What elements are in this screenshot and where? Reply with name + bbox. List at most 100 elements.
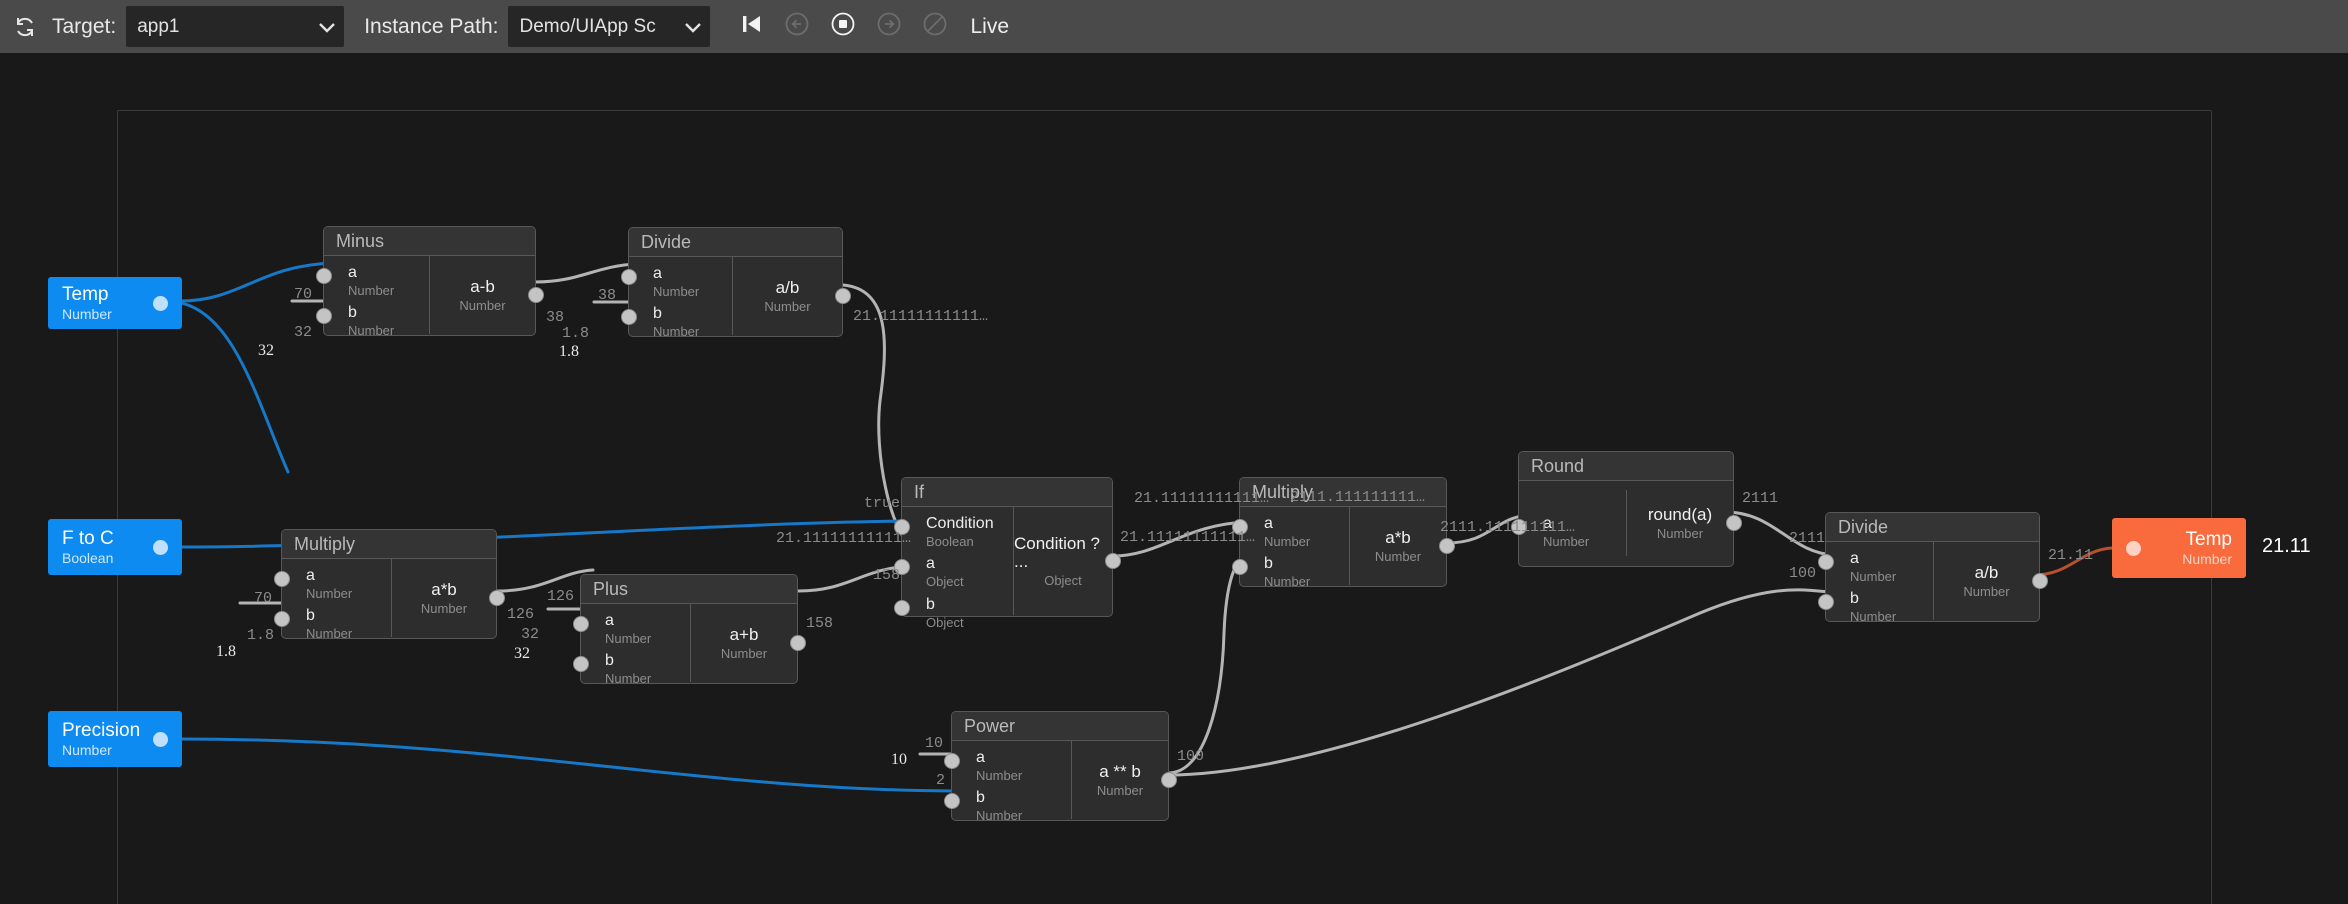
port-dot[interactable] bbox=[1232, 559, 1248, 575]
input-port-a[interactable]: a Number bbox=[629, 266, 732, 298]
edge-label-divide1-a: 38 bbox=[598, 287, 616, 304]
input-port-a[interactable]: a Object bbox=[902, 556, 1013, 588]
port-dot[interactable] bbox=[790, 635, 806, 651]
port-dot[interactable] bbox=[528, 287, 544, 303]
port-dot[interactable] bbox=[894, 600, 910, 616]
port-dot[interactable] bbox=[944, 793, 960, 809]
input-port-b[interactable]: b Object bbox=[902, 597, 1013, 629]
input-port-condition[interactable]: Condition Boolean bbox=[902, 516, 1013, 548]
output-port[interactable]: a-b Number bbox=[430, 256, 535, 334]
node-multiply-1[interactable]: Multiply a Number b Number bbox=[281, 529, 497, 639]
output-port[interactable]: a+b Number bbox=[691, 604, 797, 682]
output-type: Number bbox=[1375, 550, 1421, 564]
input-port-b[interactable]: b Number bbox=[1240, 556, 1349, 588]
port-label: a bbox=[1850, 551, 1896, 568]
input-node-temp[interactable]: Temp Number bbox=[48, 277, 182, 329]
output-type: Number bbox=[421, 602, 467, 616]
target-select-value: app1 bbox=[137, 16, 287, 38]
node-minus[interactable]: Minus a Number b Number bbox=[323, 226, 536, 336]
node-power[interactable]: Power a Number b Number bbox=[951, 711, 1169, 821]
input-port-b[interactable]: b Number bbox=[282, 608, 391, 640]
port-dot[interactable] bbox=[2032, 573, 2048, 589]
stop-button[interactable] bbox=[822, 6, 864, 48]
port-label: a bbox=[348, 265, 394, 282]
input-port-b[interactable]: b Number bbox=[629, 306, 732, 338]
port-dot[interactable] bbox=[1161, 772, 1177, 788]
output-label: a/b bbox=[776, 279, 800, 297]
input-node-precision[interactable]: Precision Number bbox=[48, 711, 182, 767]
graph-canvas[interactable]: Temp Number F to C Boolean Precision Num… bbox=[0, 53, 2348, 904]
port-type: Number bbox=[1264, 575, 1310, 589]
edge-multiply1-to-plus-a bbox=[497, 570, 593, 591]
port-dot[interactable] bbox=[621, 269, 637, 285]
edge-label-if-b: 158 bbox=[873, 567, 900, 584]
edge-power-to-multiply2-b bbox=[1168, 555, 1248, 773]
port-dot[interactable] bbox=[1726, 515, 1742, 531]
step-back-button[interactable] bbox=[776, 6, 818, 48]
node-divide-2[interactable]: Divide a Number b Number bbox=[1825, 512, 2040, 622]
output-port[interactable]: a ** b Number bbox=[1072, 741, 1168, 819]
output-port[interactable]: round(a) Number bbox=[1627, 481, 1733, 565]
port-dot[interactable] bbox=[489, 590, 505, 606]
port-dot[interactable] bbox=[274, 571, 290, 587]
port-dot[interactable] bbox=[1105, 553, 1121, 569]
output-port[interactable]: a*b Number bbox=[392, 559, 496, 637]
port-type: Number bbox=[653, 285, 699, 299]
node-plus[interactable]: Plus a Number b Number bbox=[580, 574, 798, 684]
instance-path-select[interactable]: Demo/UIApp Screenflow, bbox=[508, 6, 710, 47]
port-dot[interactable] bbox=[1439, 538, 1455, 554]
output-port-dot[interactable] bbox=[153, 732, 168, 747]
output-port[interactable]: Condition ? ... Object bbox=[1014, 507, 1112, 615]
input-port-a[interactable]: a Number bbox=[581, 613, 690, 645]
port-dot[interactable] bbox=[944, 753, 960, 769]
input-node-f-to-c[interactable]: F to C Boolean bbox=[48, 519, 182, 575]
input-port-a[interactable]: a Number bbox=[952, 750, 1071, 782]
input-port-b[interactable]: b Number bbox=[581, 653, 690, 685]
input-port-a[interactable]: a Number bbox=[1826, 551, 1933, 583]
node-if[interactable]: If Condition Boolean a Object bbox=[901, 477, 1113, 617]
edge-precision-to-power-b bbox=[181, 739, 962, 791]
output-port-dot[interactable] bbox=[153, 296, 168, 311]
output-port[interactable]: a/b Number bbox=[733, 257, 842, 335]
port-dot[interactable] bbox=[621, 309, 637, 325]
output-node-temp[interactable]: Temp Number bbox=[2112, 518, 2246, 578]
port-type: Boolean bbox=[926, 535, 994, 549]
target-select[interactable]: app1 bbox=[126, 6, 344, 47]
port-dot[interactable] bbox=[1818, 594, 1834, 610]
port-dot[interactable] bbox=[274, 611, 290, 627]
input-port-dot[interactable] bbox=[2126, 541, 2141, 556]
node-round[interactable]: Round a Number round(a) Number bbox=[1518, 451, 1734, 567]
input-port-b[interactable]: b Number bbox=[952, 790, 1071, 822]
input-port-b[interactable]: b Number bbox=[1826, 591, 1933, 623]
input-port-a[interactable]: a Number bbox=[324, 265, 429, 297]
node-multiply-1-title: Multiply bbox=[282, 530, 496, 559]
output-port[interactable]: a/b Number bbox=[1934, 542, 2039, 620]
port-dot[interactable] bbox=[316, 268, 332, 284]
input-port-b[interactable]: b Number bbox=[324, 305, 429, 337]
port-dot[interactable] bbox=[573, 616, 589, 632]
port-dot[interactable] bbox=[1818, 554, 1834, 570]
disable-button[interactable] bbox=[914, 6, 956, 48]
skip-to-start-button[interactable] bbox=[730, 6, 772, 48]
step-forward-button[interactable] bbox=[868, 6, 910, 48]
port-dot[interactable] bbox=[573, 656, 589, 672]
edge-label-minus-b: 32 bbox=[294, 324, 312, 341]
node-divide-1[interactable]: Divide a Number b Number bbox=[628, 227, 843, 337]
port-dot[interactable] bbox=[835, 288, 851, 304]
edge-label-literal-18-multiply1: 1.8 bbox=[216, 643, 236, 661]
node-if-title: If bbox=[902, 478, 1112, 507]
output-label: a/b bbox=[1975, 564, 1999, 582]
port-type: Object bbox=[926, 616, 964, 630]
refresh-icon[interactable] bbox=[10, 12, 40, 42]
input-port-a[interactable]: a Number bbox=[282, 568, 391, 600]
port-label: b bbox=[306, 608, 352, 625]
edge-label-divide2-a: 2111 bbox=[1789, 530, 1825, 547]
output-port[interactable]: a*b Number bbox=[1350, 507, 1446, 585]
port-dot[interactable] bbox=[316, 308, 332, 324]
output-type: Number bbox=[721, 647, 767, 661]
edge-label-minus-out: 38 bbox=[546, 309, 564, 326]
output-type: Object bbox=[1044, 574, 1082, 588]
output-port-dot[interactable] bbox=[153, 540, 168, 555]
input-port-a[interactable]: a Number bbox=[1240, 516, 1349, 548]
port-type: Number bbox=[306, 627, 352, 641]
